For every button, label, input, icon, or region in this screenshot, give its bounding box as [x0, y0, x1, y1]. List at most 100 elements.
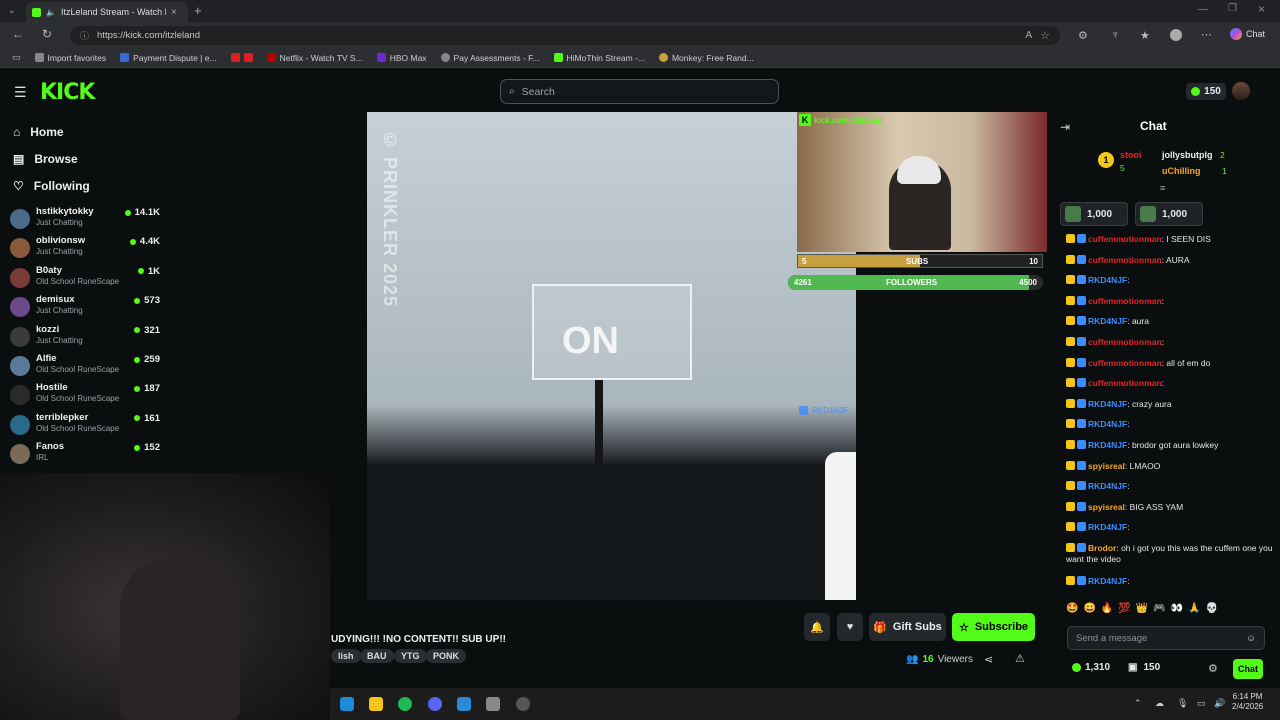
stream-tag[interactable]: YTG [394, 649, 427, 663]
tab-actions-icon[interactable]: ⌄ [8, 5, 16, 16]
url-field[interactable]: ⓘ https://kick.com/itzleland A ☆ [70, 26, 1060, 45]
volume-icon[interactable]: 🔊 [1214, 698, 1225, 709]
chat-message-input[interactable]: Send a message ☺ [1067, 626, 1265, 650]
tab-audio-icon[interactable]: 🔈 [46, 8, 56, 17]
follow-button[interactable]: ♥ [837, 613, 863, 641]
chat-settings-icon[interactable]: ⚙ [1208, 662, 1218, 675]
new-tab-icon[interactable]: + [194, 3, 202, 18]
chat-username[interactable]: cuffemmotionman [1088, 358, 1162, 368]
favorite-star-icon[interactable]: ☆ [1040, 29, 1050, 42]
bookmark-import[interactable]: Import favorites [34, 53, 106, 63]
chat-username[interactable]: cuffemmotionman [1088, 337, 1162, 347]
nav-following[interactable]: ♡ Following [13, 179, 90, 193]
chat-username[interactable]: cuffemmotionman [1088, 255, 1162, 265]
following-channel[interactable]: Fanos IRL 152 [10, 441, 160, 470]
bookmark-himothin[interactable]: HiMoThin Stream -... [553, 53, 645, 63]
profile-icon[interactable] [1170, 29, 1182, 41]
chat-username[interactable]: cuffemmotionman [1088, 378, 1162, 388]
pinned-gift-1[interactable]: 1,000 [1060, 202, 1128, 226]
favorites-icon[interactable]: ★ [1140, 29, 1150, 42]
edge-icon[interactable] [457, 697, 471, 711]
points-badge[interactable]: 150 [1186, 83, 1226, 100]
tray-chevron-icon[interactable]: ⌃ [1134, 698, 1142, 709]
hamburger-menu-icon[interactable]: ☰ [14, 84, 27, 101]
chat-username[interactable]: RKD4NJF [1088, 522, 1127, 532]
chat-username[interactable]: RKD4NJF [1088, 275, 1127, 285]
chat-username[interactable]: RKD4NJF [1088, 481, 1127, 491]
emote-icon[interactable]: 👑 [1136, 603, 1148, 614]
collapse-chat-icon[interactable]: ⇥ [1060, 120, 1070, 134]
tabs-icon[interactable]: ▭ [12, 52, 21, 63]
emoji-picker-icon[interactable]: ☺ [1246, 633, 1256, 644]
tab-close-icon[interactable]: × [171, 7, 177, 18]
obs-icon[interactable] [516, 697, 530, 711]
pinned-gift-2[interactable]: 1,000 [1135, 202, 1203, 226]
browser-tab[interactable]: 🔈 ItzLeland Stream - Watch Li... × [26, 2, 188, 22]
report-icon[interactable]: ⚠ [1015, 652, 1025, 665]
chat-username[interactable]: cuffemmotionman [1088, 234, 1162, 244]
app-icon[interactable] [486, 697, 500, 711]
file-explorer-icon[interactable] [369, 697, 383, 711]
cloud-icon[interactable]: ☁ [1155, 698, 1164, 709]
emote-icon[interactable]: 🔥 [1101, 603, 1113, 614]
emote-icon[interactable]: 😀 [1083, 603, 1095, 614]
chat-balance[interactable]: 1,310 [1072, 662, 1110, 673]
shield-icon[interactable]: ♆ [1111, 29, 1119, 41]
search-input[interactable]: ⌕ Search [500, 79, 779, 104]
bookmark-youtube[interactable] [230, 53, 253, 62]
chat-username[interactable]: Brodor [1088, 543, 1116, 553]
chat-username[interactable]: spyisreal [1088, 502, 1125, 512]
kick-logo[interactable]: KICK [40, 80, 95, 105]
extensions-icon[interactable]: ⚙ [1078, 29, 1088, 42]
spotify-icon[interactable] [398, 697, 412, 711]
bookmark-monkey[interactable]: Monkey: Free Rand... [658, 53, 754, 63]
bookmark-pay[interactable]: Pay Assessments - F... [440, 53, 540, 63]
discord-icon[interactable] [428, 697, 442, 711]
following-channel[interactable]: demisux Just Chatting 573 [10, 294, 160, 323]
video-player[interactable]: © PRINKLER 2025 ON [367, 112, 856, 600]
mic-icon[interactable]: 🎙 [1177, 698, 1188, 709]
emote-icon[interactable]: 🙏 [1188, 603, 1200, 614]
steam-icon[interactable] [340, 697, 354, 711]
nav-browse[interactable]: ▤ Browse [13, 152, 78, 166]
chat-username[interactable]: RKD4NJF [1088, 440, 1127, 450]
leader-1-name[interactable]: stooi [1120, 150, 1142, 160]
emote-icon[interactable]: 👀 [1171, 603, 1183, 614]
refresh-icon[interactable]: ↻ [42, 27, 52, 41]
emote-icon[interactable]: 🎮 [1153, 603, 1165, 614]
following-channel[interactable]: kozzi Just Chatting 321 [10, 324, 160, 353]
back-icon[interactable]: ← [12, 27, 24, 41]
minimize-icon[interactable]: — [1198, 4, 1208, 15]
chat-username[interactable]: RKD4NJF [1088, 576, 1127, 586]
read-aloud-icon[interactable]: A [1025, 30, 1032, 41]
emote-icon[interactable]: 💯 [1118, 603, 1130, 614]
user-avatar[interactable] [1232, 82, 1250, 100]
following-channel[interactable]: hstikkytokky Just Chatting 14.1K [10, 206, 160, 235]
emote-icon[interactable]: 💀 [1206, 603, 1218, 614]
stream-tag[interactable]: PONK [426, 649, 467, 663]
maximize-icon[interactable]: ❐ [1228, 3, 1237, 14]
leader-3-name[interactable]: uChilling [1162, 166, 1201, 176]
bookmark-hbo[interactable]: HBO Max [376, 53, 427, 63]
expand-leaderboard-icon[interactable]: ≡ [1160, 183, 1165, 193]
system-clock[interactable]: 6:14 PM 2/4/2026 [1232, 692, 1263, 712]
bookmark-netflix[interactable]: Netflix - Watch TV S... [266, 53, 363, 63]
nav-home[interactable]: ⌂ Home [13, 125, 64, 139]
network-icon[interactable]: ▭ [1197, 698, 1206, 709]
emote-icon[interactable]: 🤩 [1066, 603, 1078, 614]
subscribe-button[interactable]: ☆ Subscribe [952, 613, 1035, 641]
following-channel[interactable]: terriblepker Old School RuneScape 161 [10, 412, 160, 441]
notifications-button[interactable]: 🔔 [804, 613, 830, 641]
more-menu-icon[interactable]: ⋯ [1201, 28, 1212, 41]
stream-tag[interactable]: BAU [360, 649, 394, 663]
chat-points[interactable]: ▣ 150 [1128, 662, 1160, 673]
chat-username[interactable]: spyisreal [1088, 461, 1125, 471]
close-window-icon[interactable]: × [1258, 2, 1265, 16]
bookmark-payment[interactable]: Payment Dispute | e... [120, 53, 217, 63]
following-channel[interactable]: oblivionsw Just Chatting 4.4K [10, 235, 160, 264]
share-icon[interactable]: ⋖ [984, 653, 993, 666]
gift-subs-button[interactable]: 🎁 Gift Subs [869, 613, 946, 641]
copilot-button[interactable]: Chat [1230, 28, 1265, 40]
following-channel[interactable]: Hostile Old School RuneScape 187 [10, 382, 160, 411]
chat-username[interactable]: cuffemmotionman [1088, 296, 1162, 306]
